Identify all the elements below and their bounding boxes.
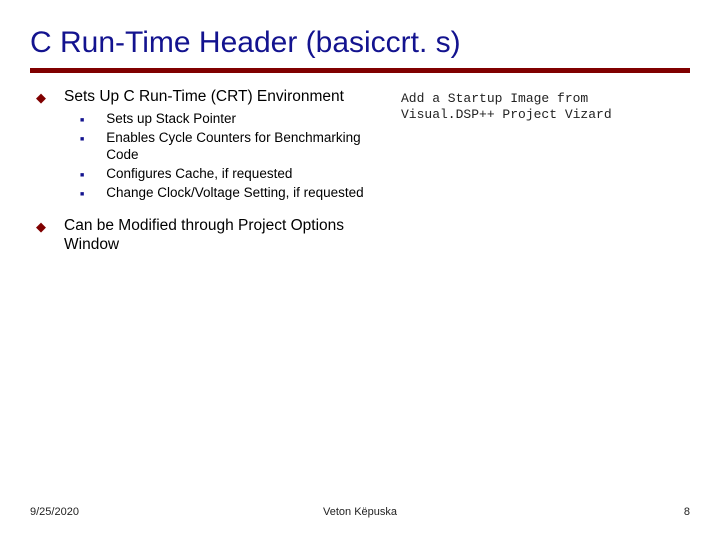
right-column: Add a Startup Image from Visual.DSP++ Pr… <box>393 87 690 258</box>
square-icon: ■ <box>80 191 84 202</box>
content-area: ◆ Sets Up C Run-Time (CRT) Environment ■… <box>30 87 690 258</box>
diamond-icon: ◆ <box>36 89 46 107</box>
bullet-item: ◆ Sets Up C Run-Time (CRT) Environment <box>30 87 393 107</box>
footer-date: 9/25/2020 <box>30 506 79 518</box>
sub-bullet-text: Change Clock/Voltage Setting, if request… <box>106 185 393 202</box>
footer-author: Veton Këpuska <box>323 506 397 518</box>
slide: C Run-Time Header (basiccrt. s) ◆ Sets U… <box>0 0 720 540</box>
left-column: ◆ Sets Up C Run-Time (CRT) Environment ■… <box>30 87 393 258</box>
startup-note: Add a Startup Image from Visual.DSP++ Pr… <box>401 91 690 122</box>
bullet-item: ◆ Can be Modified through Project Option… <box>30 216 393 255</box>
square-icon: ■ <box>80 117 84 128</box>
sub-bullet-text: Sets up Stack Pointer <box>106 111 393 128</box>
square-icon: ■ <box>80 172 84 183</box>
footer: 9/25/2020 Veton Këpuska 8 <box>30 506 690 518</box>
slide-title: C Run-Time Header (basiccrt. s) <box>30 26 690 60</box>
sub-bullet-item: ■ Change Clock/Voltage Setting, if reque… <box>80 185 393 202</box>
sub-bullet-text: Configures Cache, if requested <box>106 166 393 183</box>
sub-bullet-item: ■ Sets up Stack Pointer <box>80 111 393 128</box>
sub-bullet-item: ■ Enables Cycle Counters for Benchmarkin… <box>80 130 393 164</box>
footer-page: 8 <box>684 506 690 518</box>
note-line: Add a Startup Image from <box>401 91 690 107</box>
note-line: Visual.DSP++ Project Vizard <box>401 107 690 123</box>
sub-bullet-item: ■ Configures Cache, if requested <box>80 166 393 183</box>
diamond-icon: ◆ <box>36 218 46 255</box>
square-icon: ■ <box>80 136 84 164</box>
bullet-text: Sets Up C Run-Time (CRT) Environment <box>64 87 393 107</box>
bullet-text: Can be Modified through Project Options … <box>64 216 393 255</box>
title-rule <box>30 68 690 73</box>
sub-bullet-list: ■ Sets up Stack Pointer ■ Enables Cycle … <box>30 111 393 201</box>
sub-bullet-text: Enables Cycle Counters for Benchmarking … <box>106 130 393 164</box>
